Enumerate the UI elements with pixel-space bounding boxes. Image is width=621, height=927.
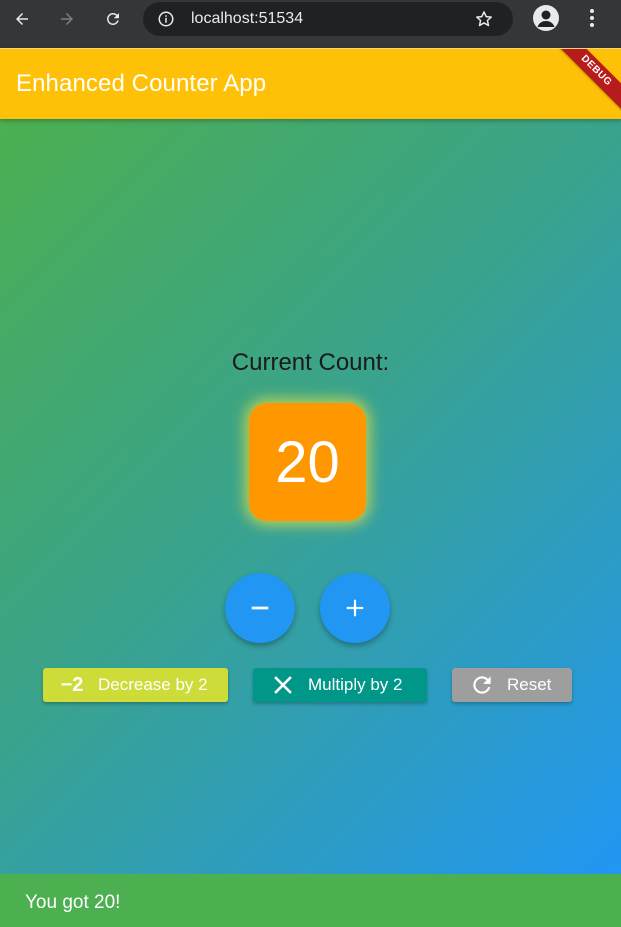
reset-label: Reset <box>507 675 552 694</box>
decrement-button[interactable] <box>225 573 295 643</box>
refresh-icon <box>469 672 495 698</box>
star-icon[interactable] <box>474 9 494 29</box>
plus-icon <box>346 599 364 617</box>
multiply-by-2-label: Multiply by 2 <box>308 675 403 694</box>
count-value: 20 <box>275 429 340 495</box>
decrease-by-2-button[interactable]: −2 Decrease by 2 <box>43 668 228 702</box>
minus-icon <box>251 606 269 610</box>
close-x-icon <box>271 673 295 697</box>
url-text: localhost:51534 <box>191 10 304 27</box>
snackbar-message: You got 20! <box>25 892 121 913</box>
app-title: Enhanced Counter App <box>16 70 267 97</box>
snackbar: You got 20! <box>0 874 621 927</box>
browser-toolbar: localhost:51534 <box>0 0 621 48</box>
address-bar[interactable]: localhost:51534 <box>143 2 513 36</box>
count-display: 20 <box>249 403 366 521</box>
reset-button[interactable]: Reset <box>452 668 572 702</box>
info-icon[interactable] <box>157 10 175 28</box>
back-arrow-icon[interactable] <box>8 5 36 33</box>
forward-arrow-icon[interactable] <box>53 5 81 33</box>
increment-button[interactable] <box>320 573 390 643</box>
main-content: Current Count: 20 −2 Decrease by 2 Multi… <box>0 119 621 874</box>
profile-icon[interactable] <box>533 5 559 31</box>
reload-icon[interactable] <box>99 5 127 33</box>
app-bar: Enhanced Counter App DEBUG <box>0 48 621 119</box>
minus-two-icon: −2 <box>60 673 84 696</box>
debug-banner: DEBUG <box>550 49 621 117</box>
more-vert-icon[interactable] <box>582 6 602 30</box>
count-label: Current Count: <box>231 349 390 376</box>
multiply-by-2-button[interactable]: Multiply by 2 <box>253 668 427 702</box>
decrease-by-2-label: Decrease by 2 <box>98 675 208 694</box>
